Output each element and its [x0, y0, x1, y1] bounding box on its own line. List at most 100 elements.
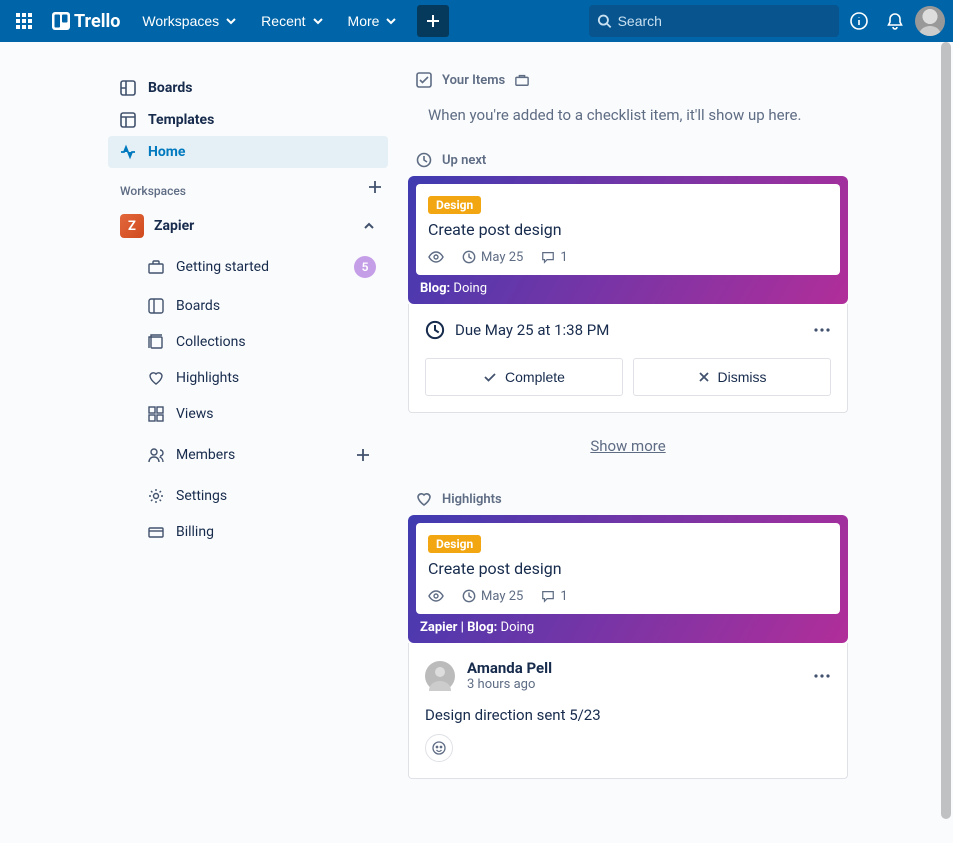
- dots-icon: [813, 321, 831, 339]
- ws-views[interactable]: Views: [108, 396, 388, 432]
- card-date: May 25: [481, 589, 523, 604]
- comment-text: Design direction sent 5/23: [409, 692, 847, 734]
- ws-getting-started-label: Getting started: [176, 259, 269, 275]
- comment-icon: [541, 589, 555, 603]
- due-date-badge: May 25: [462, 589, 523, 604]
- search-input[interactable]: [618, 13, 831, 29]
- ws-collections-label: Collections: [176, 334, 246, 350]
- apps-grid-icon: [16, 13, 32, 29]
- add-workspace-button[interactable]: [362, 174, 388, 200]
- content-row: Boards Templates Home Workspaces: [0, 42, 953, 819]
- highlights-header: Highlights: [408, 491, 848, 515]
- activity-header: Amanda Pell 3 hours ago: [409, 655, 847, 692]
- clock-icon: [416, 152, 432, 168]
- avatar-person-icon: [915, 6, 945, 36]
- card-list-name: Doing: [501, 620, 535, 635]
- watch-indicator: [428, 249, 444, 265]
- card-comment-count: 1: [560, 589, 567, 604]
- main: Boards Templates Home Workspaces: [0, 42, 953, 843]
- nav-more[interactable]: More: [338, 7, 408, 35]
- nav-workspaces[interactable]: Workspaces: [132, 7, 247, 35]
- card-more-button[interactable]: [813, 321, 831, 339]
- clock-icon: [425, 320, 445, 340]
- highlight-card[interactable]: Design Create post design May 25: [408, 515, 848, 643]
- up-next-label: Up next: [442, 153, 486, 168]
- topbar-left: Trello Workspaces Recent More: [8, 5, 449, 37]
- nav-recent-label: Recent: [261, 13, 305, 29]
- eye-icon: [428, 588, 444, 604]
- complete-button[interactable]: Complete: [425, 358, 623, 396]
- eye-icon: [428, 249, 444, 265]
- card-meta: May 25 1: [428, 249, 828, 265]
- watch-indicator: [428, 588, 444, 604]
- ws-highlights[interactable]: Highlights: [108, 360, 388, 396]
- info-button[interactable]: [843, 5, 875, 37]
- notifications-button[interactable]: [879, 5, 911, 37]
- templates-icon: [120, 112, 136, 128]
- activity-more-button[interactable]: [813, 667, 831, 685]
- trello-logo[interactable]: Trello: [44, 11, 128, 32]
- workspaces-label: Workspaces: [108, 168, 198, 206]
- add-member-button[interactable]: [350, 442, 376, 468]
- briefcase-icon: [148, 259, 164, 275]
- apps-menu-button[interactable]: [8, 5, 40, 37]
- show-more-link[interactable]: Show more: [408, 413, 848, 491]
- trello-logo-icon: [52, 12, 70, 30]
- dismiss-button[interactable]: Dismiss: [633, 358, 831, 396]
- card-location: Zapier | Blog: Doing: [416, 614, 840, 637]
- scrollbar[interactable]: [941, 42, 951, 819]
- close-icon: [698, 371, 710, 383]
- sidebar-boards[interactable]: Boards: [108, 72, 388, 104]
- sidebar-templates[interactable]: Templates: [108, 104, 388, 136]
- ws-collections[interactable]: Collections: [108, 324, 388, 360]
- ws-billing[interactable]: Billing: [108, 514, 388, 550]
- gear-icon: [148, 488, 164, 504]
- add-reaction-button[interactable]: [425, 734, 453, 762]
- info-icon: [849, 11, 869, 31]
- commenter-name: Amanda Pell: [467, 659, 552, 677]
- workspace-toggle[interactable]: Z Zapier: [108, 206, 388, 246]
- card-button-row: Complete Dismiss: [425, 358, 831, 396]
- billing-icon: [148, 524, 164, 540]
- boards-icon: [120, 80, 136, 96]
- clock-icon: [462, 250, 476, 264]
- grid-icon: [148, 406, 164, 422]
- nav-recent[interactable]: Recent: [251, 7, 333, 35]
- bell-icon: [885, 11, 905, 31]
- ws-settings[interactable]: Settings: [108, 478, 388, 514]
- upnext-card[interactable]: Design Create post design May 25: [408, 176, 848, 304]
- heart-icon: [148, 370, 164, 386]
- user-avatar[interactable]: [915, 6, 945, 36]
- nav-more-label: More: [348, 13, 380, 29]
- ws-getting-started[interactable]: Getting started 5: [108, 246, 388, 288]
- workspace-name: Zapier: [154, 218, 352, 234]
- members-icon: [148, 447, 164, 463]
- ws-boards[interactable]: Boards: [108, 288, 388, 324]
- up-next-header: Up next: [408, 152, 848, 176]
- card-board-name: Zapier | Blog:: [420, 620, 497, 635]
- commenter-avatar[interactable]: [425, 661, 455, 691]
- checklist-icon: [416, 72, 432, 88]
- pulse-icon: [120, 144, 136, 160]
- card-list-name: Doing: [453, 281, 487, 296]
- card-title: Create post design: [428, 220, 828, 239]
- sidebar-home[interactable]: Home: [108, 136, 388, 168]
- chevron-down-icon: [385, 15, 397, 27]
- clock-icon: [462, 589, 476, 603]
- chevron-down-icon: [312, 15, 324, 27]
- search-box[interactable]: [589, 5, 839, 37]
- create-button[interactable]: [417, 5, 449, 37]
- ws-views-label: Views: [176, 406, 214, 422]
- comments-badge: 1: [541, 250, 567, 265]
- scroll-area[interactable]: Boards Templates Home Workspaces: [0, 42, 953, 843]
- workspace-badge: Z: [120, 214, 144, 238]
- highlight-activity: Amanda Pell 3 hours ago Design direction…: [408, 643, 848, 779]
- card-label-chip[interactable]: Design: [428, 196, 481, 214]
- ws-members[interactable]: Members: [108, 432, 388, 478]
- due-info: Due May 25 at 1:38 PM: [425, 320, 609, 340]
- nav-workspaces-label: Workspaces: [142, 13, 219, 29]
- ws-billing-label: Billing: [176, 524, 214, 540]
- highlight-card-inner: Design Create post design May 25: [416, 523, 840, 614]
- card-label-chip[interactable]: Design: [428, 535, 481, 553]
- ws-settings-label: Settings: [176, 488, 227, 504]
